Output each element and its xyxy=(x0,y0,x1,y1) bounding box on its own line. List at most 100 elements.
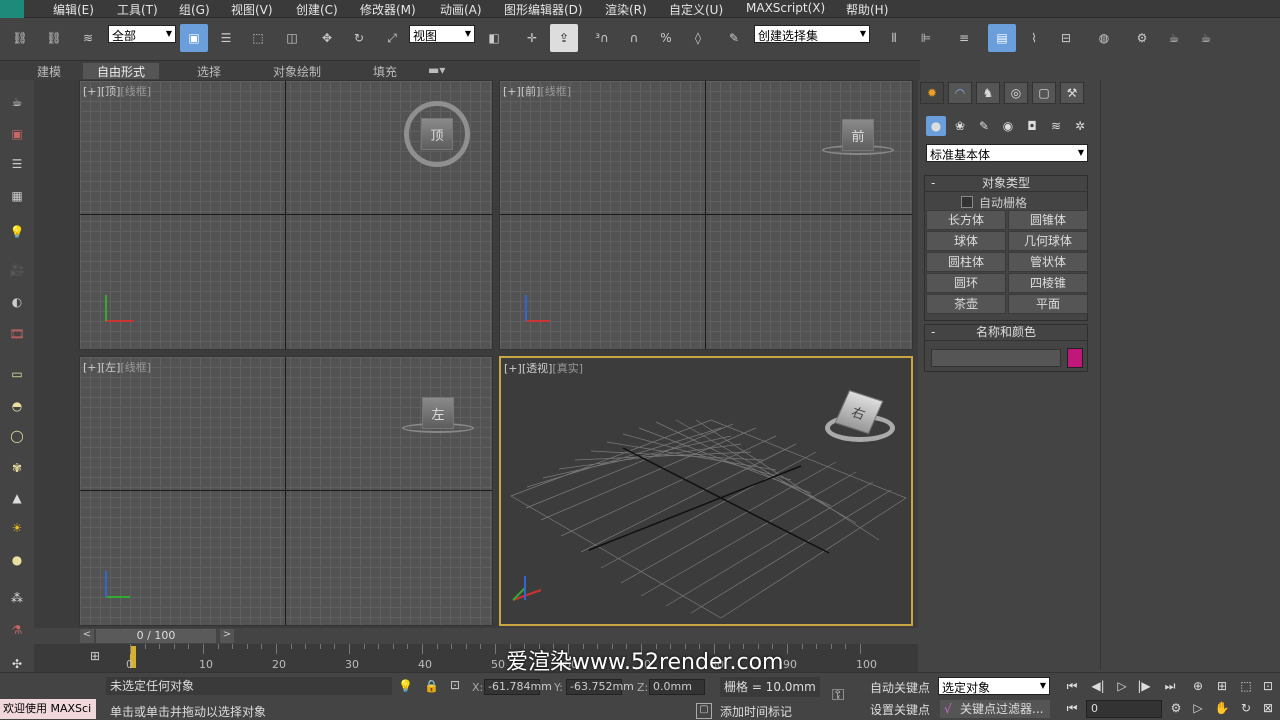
zoom-all-icon[interactable]: ⊞ xyxy=(1212,677,1232,695)
display-tab-icon[interactable]: ▢ xyxy=(1032,82,1056,104)
go-to-start-icon[interactable]: ⏮ xyxy=(1062,677,1082,695)
select-by-name-icon[interactable]: ☰ xyxy=(212,24,240,52)
time-prev-button[interactable]: < xyxy=(80,629,94,643)
render-setup-icon[interactable]: ⚙ xyxy=(1128,24,1156,52)
edit-named-selection-icon[interactable]: ✎ xyxy=(720,24,748,52)
y-coord-field[interactable]: -63.752mm xyxy=(566,679,634,695)
time-slider-thumb[interactable]: 0 / 100 xyxy=(96,629,216,643)
sun-icon[interactable]: ☀ xyxy=(5,516,29,540)
list-icon[interactable]: ☰ xyxy=(5,152,29,176)
light-bulb-icon[interactable]: 💡 xyxy=(5,220,29,244)
tube-button[interactable]: 管状体 xyxy=(1008,252,1088,272)
key-filters-button[interactable]: √ 关键点过滤器... xyxy=(940,700,1050,718)
menu-rendering[interactable]: 渲染(R) xyxy=(605,1,647,18)
unlink-icon[interactable]: ⛓ xyxy=(40,24,68,52)
menu-modifiers[interactable]: 修改器(M) xyxy=(360,1,416,18)
menu-create[interactable]: 创建(C) xyxy=(296,1,338,18)
time-config-icon[interactable]: ⚙ xyxy=(1166,699,1186,717)
hemisphere-icon[interactable]: ◓ xyxy=(5,394,29,418)
schematic-view-icon[interactable]: ⊟ xyxy=(1052,24,1080,52)
prev-frame-icon[interactable]: ◀| xyxy=(1088,677,1108,695)
menu-customize[interactable]: 自定义(U) xyxy=(669,1,723,18)
select-manipulate-icon[interactable]: ✛ xyxy=(518,24,546,52)
geosphere-button[interactable]: 几何球体 xyxy=(1008,231,1088,251)
angle-snap-icon[interactable]: ∩ xyxy=(620,24,648,52)
render-icon[interactable]: ▣ xyxy=(5,122,29,146)
selection-filter-dropdown[interactable]: 全部 xyxy=(108,25,176,43)
viewcube-icon[interactable]: 顶 xyxy=(421,118,453,150)
zoom-extents-all-icon[interactable]: ⊡ xyxy=(1258,677,1278,695)
cone-button[interactable]: 圆锥体 xyxy=(1008,210,1088,230)
motion-tab-icon[interactable]: ◎ xyxy=(1004,82,1028,104)
grid-list-icon[interactable]: ▦ xyxy=(5,184,29,208)
menu-group[interactable]: 组(G) xyxy=(179,1,210,18)
menu-maxscript[interactable]: MAXScript(X) xyxy=(746,1,825,15)
autogrid-checkbox[interactable] xyxy=(961,196,973,208)
window-crossing-icon[interactable]: ◫ xyxy=(278,24,306,52)
dynamics-icon[interactable]: ⚗ xyxy=(5,618,29,642)
systems-icon[interactable]: ✲ xyxy=(1070,116,1090,136)
menu-graph-editors[interactable]: 图形编辑器(D) xyxy=(504,1,583,18)
keyboard-shortcut-override-icon[interactable]: ⇪ xyxy=(550,24,578,52)
ribbon-tab-selection[interactable]: 选择 xyxy=(197,63,221,80)
object-type-header[interactable]: - 对象类型 xyxy=(925,176,1087,192)
object-category-dropdown[interactable]: 标准基本体 xyxy=(926,144,1088,162)
layer-manager-icon[interactable]: ≡ xyxy=(950,24,978,52)
ribbon-tab-object-paint[interactable]: 对象绘制 xyxy=(273,63,321,80)
key-icon[interactable]: ⚿ xyxy=(832,685,844,705)
plane-icon[interactable]: ▭ xyxy=(5,362,29,386)
menu-animation[interactable]: 动画(A) xyxy=(440,1,482,18)
create-tab-icon[interactable]: ✹ xyxy=(920,82,944,104)
curve-editor-icon[interactable]: ⌇ xyxy=(1020,24,1048,52)
object-color-swatch[interactable] xyxy=(1067,348,1083,368)
sphere-icon[interactable]: ● xyxy=(5,548,29,572)
graphite-toggle-icon[interactable]: ▤ xyxy=(988,24,1016,52)
menu-views[interactable]: 视图(V) xyxy=(231,1,273,18)
lattice-icon[interactable]: ✾ xyxy=(5,456,29,480)
helper-icon[interactable]: ◐ xyxy=(5,290,29,314)
teapot-icon[interactable]: ☕ xyxy=(5,90,29,114)
torus-button[interactable]: 圆环 xyxy=(926,273,1006,293)
pan-hand-icon[interactable]: ✋ xyxy=(1212,699,1232,717)
select-object-icon[interactable]: ▣ xyxy=(180,24,208,52)
named-selection-set-dropdown[interactable]: 创建选择集 xyxy=(754,25,870,43)
helpers-icon[interactable]: ◘ xyxy=(1022,116,1042,136)
ribbon-tab-populate[interactable]: 填充 xyxy=(373,63,397,80)
spinner-snap-icon[interactable]: ◊ xyxy=(684,24,712,52)
align-icon[interactable]: ⊫ xyxy=(912,24,940,52)
viewport-perspective[interactable]: [+][透视][真实] 右 xyxy=(499,356,913,626)
time-tag-icon[interactable]: ▢ xyxy=(696,703,712,719)
camera-icon[interactable]: 🎥 xyxy=(5,258,29,282)
ribbon-tab-freeform[interactable]: 自由形式 xyxy=(83,63,160,79)
zoom-icon[interactable]: ⊕ xyxy=(1188,677,1208,695)
select-and-rotate-icon[interactable]: ↻ xyxy=(345,24,373,52)
viewcube-icon[interactable]: 左 xyxy=(422,397,454,429)
next-frame-icon[interactable]: |▶ xyxy=(1134,677,1154,695)
current-frame-spinner[interactable]: 0 xyxy=(1086,700,1162,718)
select-and-link-icon[interactable]: ⛓ xyxy=(6,24,34,52)
render-production-icon[interactable]: ☕ xyxy=(1192,24,1220,52)
mirror-icon[interactable]: ⫴ xyxy=(880,24,908,52)
play-icon[interactable]: ▷ xyxy=(1112,677,1132,695)
fov-icon[interactable]: ▷ xyxy=(1188,699,1208,717)
z-coord-field[interactable]: 0.0mm xyxy=(649,679,705,695)
rendered-frame-window-icon[interactable]: ☕ xyxy=(1160,24,1188,52)
geometry-icon[interactable]: ● xyxy=(926,116,946,136)
pivot-center-icon[interactable]: ◧ xyxy=(480,24,508,52)
zoom-extents-icon[interactable]: ⬚ xyxy=(1236,677,1256,695)
cylinder-button[interactable]: 圆柱体 xyxy=(926,252,1006,272)
lights-icon[interactable]: ✎ xyxy=(974,116,994,136)
ribbon-options-icon[interactable]: ▬▾ xyxy=(428,63,445,77)
material-editor-icon[interactable]: ◍ xyxy=(1090,24,1118,52)
lock-selection-icon[interactable]: 🔒 xyxy=(424,679,439,693)
cone-icon[interactable]: ▲ xyxy=(5,486,29,510)
name-color-header[interactable]: - 名称和颜色 xyxy=(925,325,1087,341)
space-warps-icon[interactable]: ≋ xyxy=(1046,116,1066,136)
plane-button[interactable]: 平面 xyxy=(1008,294,1088,314)
particles-icon[interactable]: ⁂ xyxy=(5,586,29,610)
utilities-tab-icon[interactable]: ⚒ xyxy=(1060,82,1084,104)
sphere-button[interactable]: 球体 xyxy=(926,231,1006,251)
mini-curve-editor-icon[interactable]: ⊞ xyxy=(90,649,108,665)
isolate-icon[interactable]: 💡 xyxy=(398,679,413,693)
viewcube-icon[interactable]: 前 xyxy=(842,119,874,151)
